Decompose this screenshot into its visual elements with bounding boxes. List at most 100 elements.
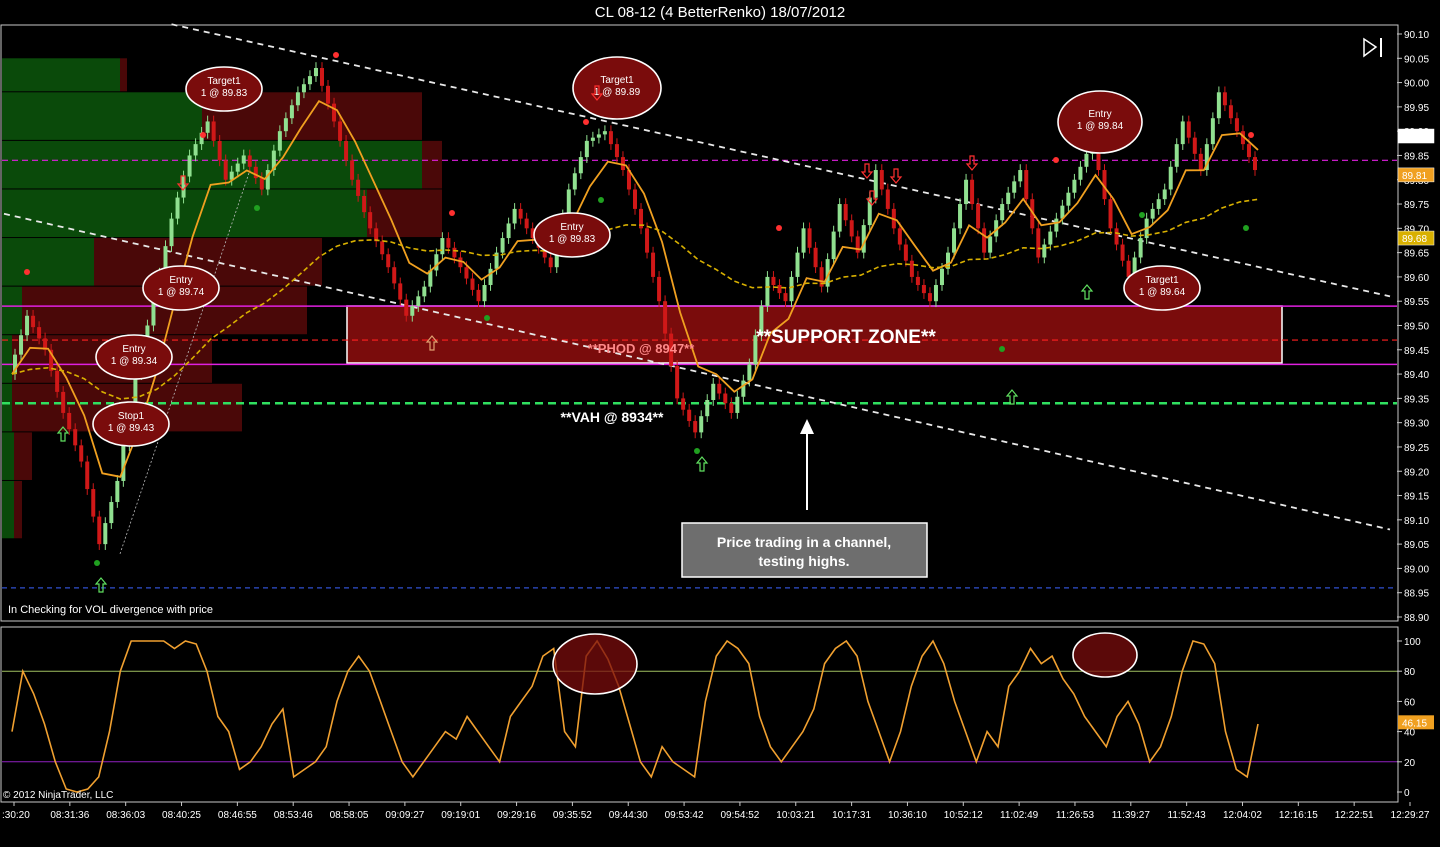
candle-body [927, 293, 932, 302]
vah-label: **VAH @ 8934** [561, 409, 664, 425]
time-axis-label: 08:46:55 [218, 810, 257, 821]
volume-profile [2, 58, 442, 539]
candle-body [482, 285, 487, 302]
candle-body [602, 131, 607, 135]
candle-body [572, 173, 577, 190]
price-axis-label: 89.50 [1404, 322, 1429, 333]
signal-dot [1053, 157, 1059, 163]
candle-body [476, 289, 481, 302]
candle-body [590, 137, 595, 141]
candle-body [386, 254, 391, 268]
candle-body [729, 403, 734, 413]
candle-body [500, 238, 505, 253]
trade-marker-label: Entry [169, 275, 192, 286]
oscillator-axis-label: 40 [1404, 728, 1416, 739]
candle-body [1072, 179, 1077, 193]
sell-arrow [965, 155, 979, 171]
candle-body [440, 238, 445, 255]
signal-dot [598, 197, 604, 203]
candle-body [566, 189, 571, 216]
candle-body [109, 502, 114, 524]
buy-arrow [1080, 284, 1094, 300]
candle-body [410, 306, 415, 316]
candle-body [633, 189, 637, 209]
candle-body [933, 285, 938, 302]
candle-body [31, 315, 36, 328]
play-icon[interactable] [1363, 37, 1382, 58]
candle-body [849, 220, 854, 237]
candle-body [765, 276, 770, 307]
candle-body [350, 160, 355, 180]
signal-dot [24, 269, 30, 275]
signal-dot [254, 205, 260, 211]
candle-body [608, 131, 613, 145]
volume-profile-bull-block [2, 480, 14, 539]
candle-body [253, 166, 258, 179]
oscillator-axis-label: 100 [1404, 637, 1421, 648]
time-axis-label: 12:22:51 [1335, 810, 1374, 821]
candle-body [259, 178, 264, 190]
signal-dot [94, 560, 100, 566]
price-flag-label: 89.68 [1402, 234, 1427, 245]
candle-body [187, 155, 192, 177]
trade-marker-detail: 1 @ 89.83 [549, 234, 596, 245]
support-zone-label: **SUPPORT ZONE** [756, 327, 936, 348]
candle-body [1234, 118, 1239, 132]
callout-text-line1: Price trading in a channel, [717, 534, 891, 550]
candle-body [1138, 238, 1143, 258]
trade-marker-label: Entry [1088, 109, 1111, 120]
candle-body [283, 118, 288, 132]
candle-body [964, 179, 969, 205]
candle-body [115, 480, 120, 503]
candle-body [169, 218, 174, 247]
price-axis-label: 89.20 [1404, 467, 1429, 478]
price-axis-label: 89.00 [1404, 564, 1429, 575]
candle-body [614, 144, 619, 158]
candle-body [193, 144, 198, 156]
candle-body [1228, 105, 1233, 119]
candle-body [518, 208, 523, 219]
volume-profile-bear-block [367, 189, 442, 238]
divergence-oval [1072, 632, 1138, 678]
candle-body [705, 399, 710, 417]
candle-body [596, 134, 601, 138]
trade-marker-detail: 1 @ 89.64 [1139, 287, 1186, 298]
candle-body [723, 393, 728, 404]
candle-body [976, 204, 981, 229]
candle-body [1024, 170, 1029, 200]
trade-marker-detail: 1 @ 89.89 [594, 87, 641, 98]
candle-body [37, 327, 42, 339]
time-axis-label: 12:16:15 [1279, 810, 1318, 821]
price-axis-label: 90.00 [1404, 79, 1429, 90]
candle-body [693, 421, 698, 433]
candle-body [289, 105, 294, 119]
candle-body [1216, 92, 1221, 119]
price-axis-label: 88.90 [1404, 613, 1429, 624]
candle-body [1108, 199, 1113, 229]
candle-body [831, 231, 836, 260]
callout-text-line2: testing highs. [759, 553, 850, 569]
volume-profile-bull-block [2, 335, 12, 383]
price-axis-label: 89.95 [1404, 103, 1429, 114]
buy-arrow [695, 456, 709, 472]
candle-body [1180, 121, 1185, 145]
signal-dot [484, 315, 490, 321]
time-axis-label: 11:39:27 [1112, 810, 1151, 821]
volume-profile-bear-block [14, 480, 22, 539]
candle-body [915, 276, 920, 286]
candle-body [1174, 144, 1179, 167]
time-axis-label: 10:52:12 [944, 810, 983, 821]
volume-profile-bear-block [422, 140, 442, 189]
candle-body [205, 121, 210, 133]
price-axis-label: 90.05 [1404, 54, 1429, 65]
candle-body [584, 140, 589, 158]
time-axis-label: 09:35:52 [553, 810, 592, 821]
candle-body [79, 445, 84, 462]
divergence-oval [552, 633, 638, 695]
candle-body [1078, 166, 1083, 180]
price-flag-label: 89.89 [1402, 132, 1427, 143]
candle-body [885, 189, 890, 209]
candle-body [464, 267, 469, 279]
candle-body [1126, 260, 1131, 277]
time-axis-label: 09:44:30 [609, 810, 648, 821]
